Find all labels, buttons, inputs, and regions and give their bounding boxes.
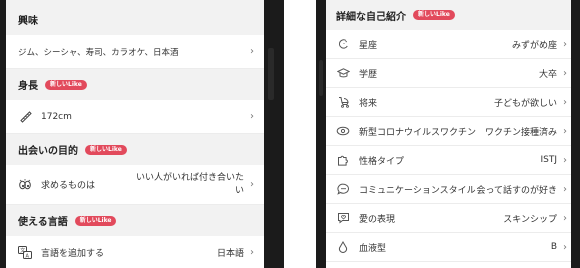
chevron-right-icon: › xyxy=(250,46,254,57)
detail-value: B xyxy=(550,242,557,252)
detail-label: 学歴 xyxy=(359,69,378,80)
detail-row-education[interactable]: 学歴 大卒 › xyxy=(326,59,571,88)
right-phone-screen: 詳細な自己紹介 新しいLike 星座 みずがめ座 › 学歴 大卒 › 将来 子ど… xyxy=(326,0,571,268)
section-title: 使える言語 xyxy=(18,217,68,228)
blood-drop-icon xyxy=(336,240,350,254)
new-like-badge: 新しいLike xyxy=(74,215,117,226)
new-like-badge: 新しいLike xyxy=(413,10,455,20)
languages-value: 日本語 xyxy=(216,249,244,259)
languages-label: 言語を追加する xyxy=(41,249,105,259)
phone-bezel-middle-right xyxy=(316,0,326,268)
section-title: 詳細な自己紹介 xyxy=(336,11,406,23)
chevron-right-icon: › xyxy=(250,179,254,190)
detail-row-communication[interactable]: コミュニケーションスタイル 会って話すのが好き › xyxy=(326,175,571,204)
section-title: 身長 xyxy=(18,81,38,92)
chevron-right-icon: › xyxy=(563,96,567,108)
chevron-right-icon: › xyxy=(563,125,567,137)
new-like-badge: 新しいLike xyxy=(45,79,87,90)
detail-value: 子どもが欲しい xyxy=(493,98,557,109)
detail-label: コミュニケーションスタイル xyxy=(359,185,476,196)
interests-value: ジム、シーシャ、寿司、カラオケ、日本酒 xyxy=(18,47,179,58)
detail-label: 新型コロナウイルスワクチン xyxy=(359,127,477,138)
detail-row-zodiac[interactable]: 星座 みずがめ座 › xyxy=(326,30,571,59)
chevron-right-icon: › xyxy=(563,241,567,253)
svg-text:文: 文 xyxy=(20,247,25,254)
purpose-value-line2: い xyxy=(234,185,244,196)
section-interests-header: 興味 xyxy=(6,4,264,35)
stroller-icon xyxy=(336,95,350,109)
new-like-badge: 新しいLike xyxy=(85,144,127,155)
detail-row-blood-type[interactable]: 血液型 B › xyxy=(326,233,571,262)
gap xyxy=(284,0,316,268)
detail-row-vaccine[interactable]: 新型コロナウイルスワクチン ワクチン接種済み › xyxy=(326,117,571,146)
vaccine-icon xyxy=(336,124,350,138)
chevron-right-icon: › xyxy=(563,67,567,79)
detail-row-future[interactable]: 将来 子どもが欲しい › xyxy=(326,88,571,117)
height-row[interactable]: 172cm › xyxy=(6,100,264,134)
purpose-row[interactable]: 求めるものは いい人がいれば付き合いた い › xyxy=(6,165,264,205)
heart-message-icon xyxy=(336,211,350,225)
translate-icon: 文A xyxy=(18,246,32,260)
phone-side-button xyxy=(268,48,274,100)
puzzle-icon xyxy=(336,153,350,167)
chevron-right-icon: › xyxy=(563,38,567,50)
detail-label: 愛の表現 xyxy=(359,214,396,225)
languages-row[interactable]: 文A 言語を追加する 日本語 › xyxy=(6,236,264,268)
section-title: 興味 xyxy=(18,16,38,27)
purpose-value: いい人がいれば付き合いた い xyxy=(136,172,244,196)
graduation-cap-icon xyxy=(336,66,350,80)
chevron-right-icon: › xyxy=(250,111,254,122)
eyes-emoji-icon xyxy=(18,178,32,192)
purpose-label: 求めるものは xyxy=(41,181,96,191)
phone-bezel-middle xyxy=(264,0,284,268)
ruler-icon xyxy=(18,110,32,124)
detail-label: 性格タイプ xyxy=(359,156,405,167)
section-title: 出会いの目的 xyxy=(18,146,78,157)
zodiac-icon xyxy=(336,37,350,51)
detail-label: 血液型 xyxy=(359,243,387,254)
chevron-right-icon: › xyxy=(563,183,567,195)
section-purpose-header: 出会いの目的 新しいLike xyxy=(6,134,264,165)
chevron-right-icon: › xyxy=(563,154,567,166)
interests-row[interactable]: ジム、シーシャ、寿司、カラオケ、日本酒 › xyxy=(6,35,264,69)
section-height-header: 身長 新しいLike xyxy=(6,69,264,100)
phone-side-button xyxy=(319,60,323,96)
chevron-right-icon: › xyxy=(563,212,567,224)
purpose-value-line1: いい人がいれば付き合いた xyxy=(135,173,244,184)
detail-value: みずがめ座 xyxy=(511,40,557,51)
svg-text:A: A xyxy=(26,253,30,259)
detail-value: スキンシップ xyxy=(503,214,557,225)
detail-value: ISTJ xyxy=(540,155,557,165)
detail-label: 星座 xyxy=(359,40,378,51)
detail-row-personality[interactable]: 性格タイプ ISTJ › xyxy=(326,146,571,175)
detail-row-love-language[interactable]: 愛の表現 スキンシップ › xyxy=(326,204,571,233)
section-languages-header: 使える言語 新しいLike xyxy=(6,205,264,236)
detail-value: 会って話すのが好き xyxy=(476,185,557,196)
detail-value: ワクチン接種済み xyxy=(484,127,557,138)
detail-value: 大卒 xyxy=(538,69,557,80)
left-phone-screen: 興味 ジム、シーシャ、寿司、カラオケ、日本酒 › 身長 新しいLike 172c… xyxy=(6,0,264,268)
phone-bezel-right xyxy=(571,0,580,268)
chevron-right-icon: › xyxy=(250,247,254,258)
section-details-header: 詳細な自己紹介 新しいLike xyxy=(326,0,571,30)
detail-label: 将来 xyxy=(359,98,378,109)
chat-bubble-icon xyxy=(336,182,350,196)
height-value: 172cm xyxy=(41,111,72,122)
